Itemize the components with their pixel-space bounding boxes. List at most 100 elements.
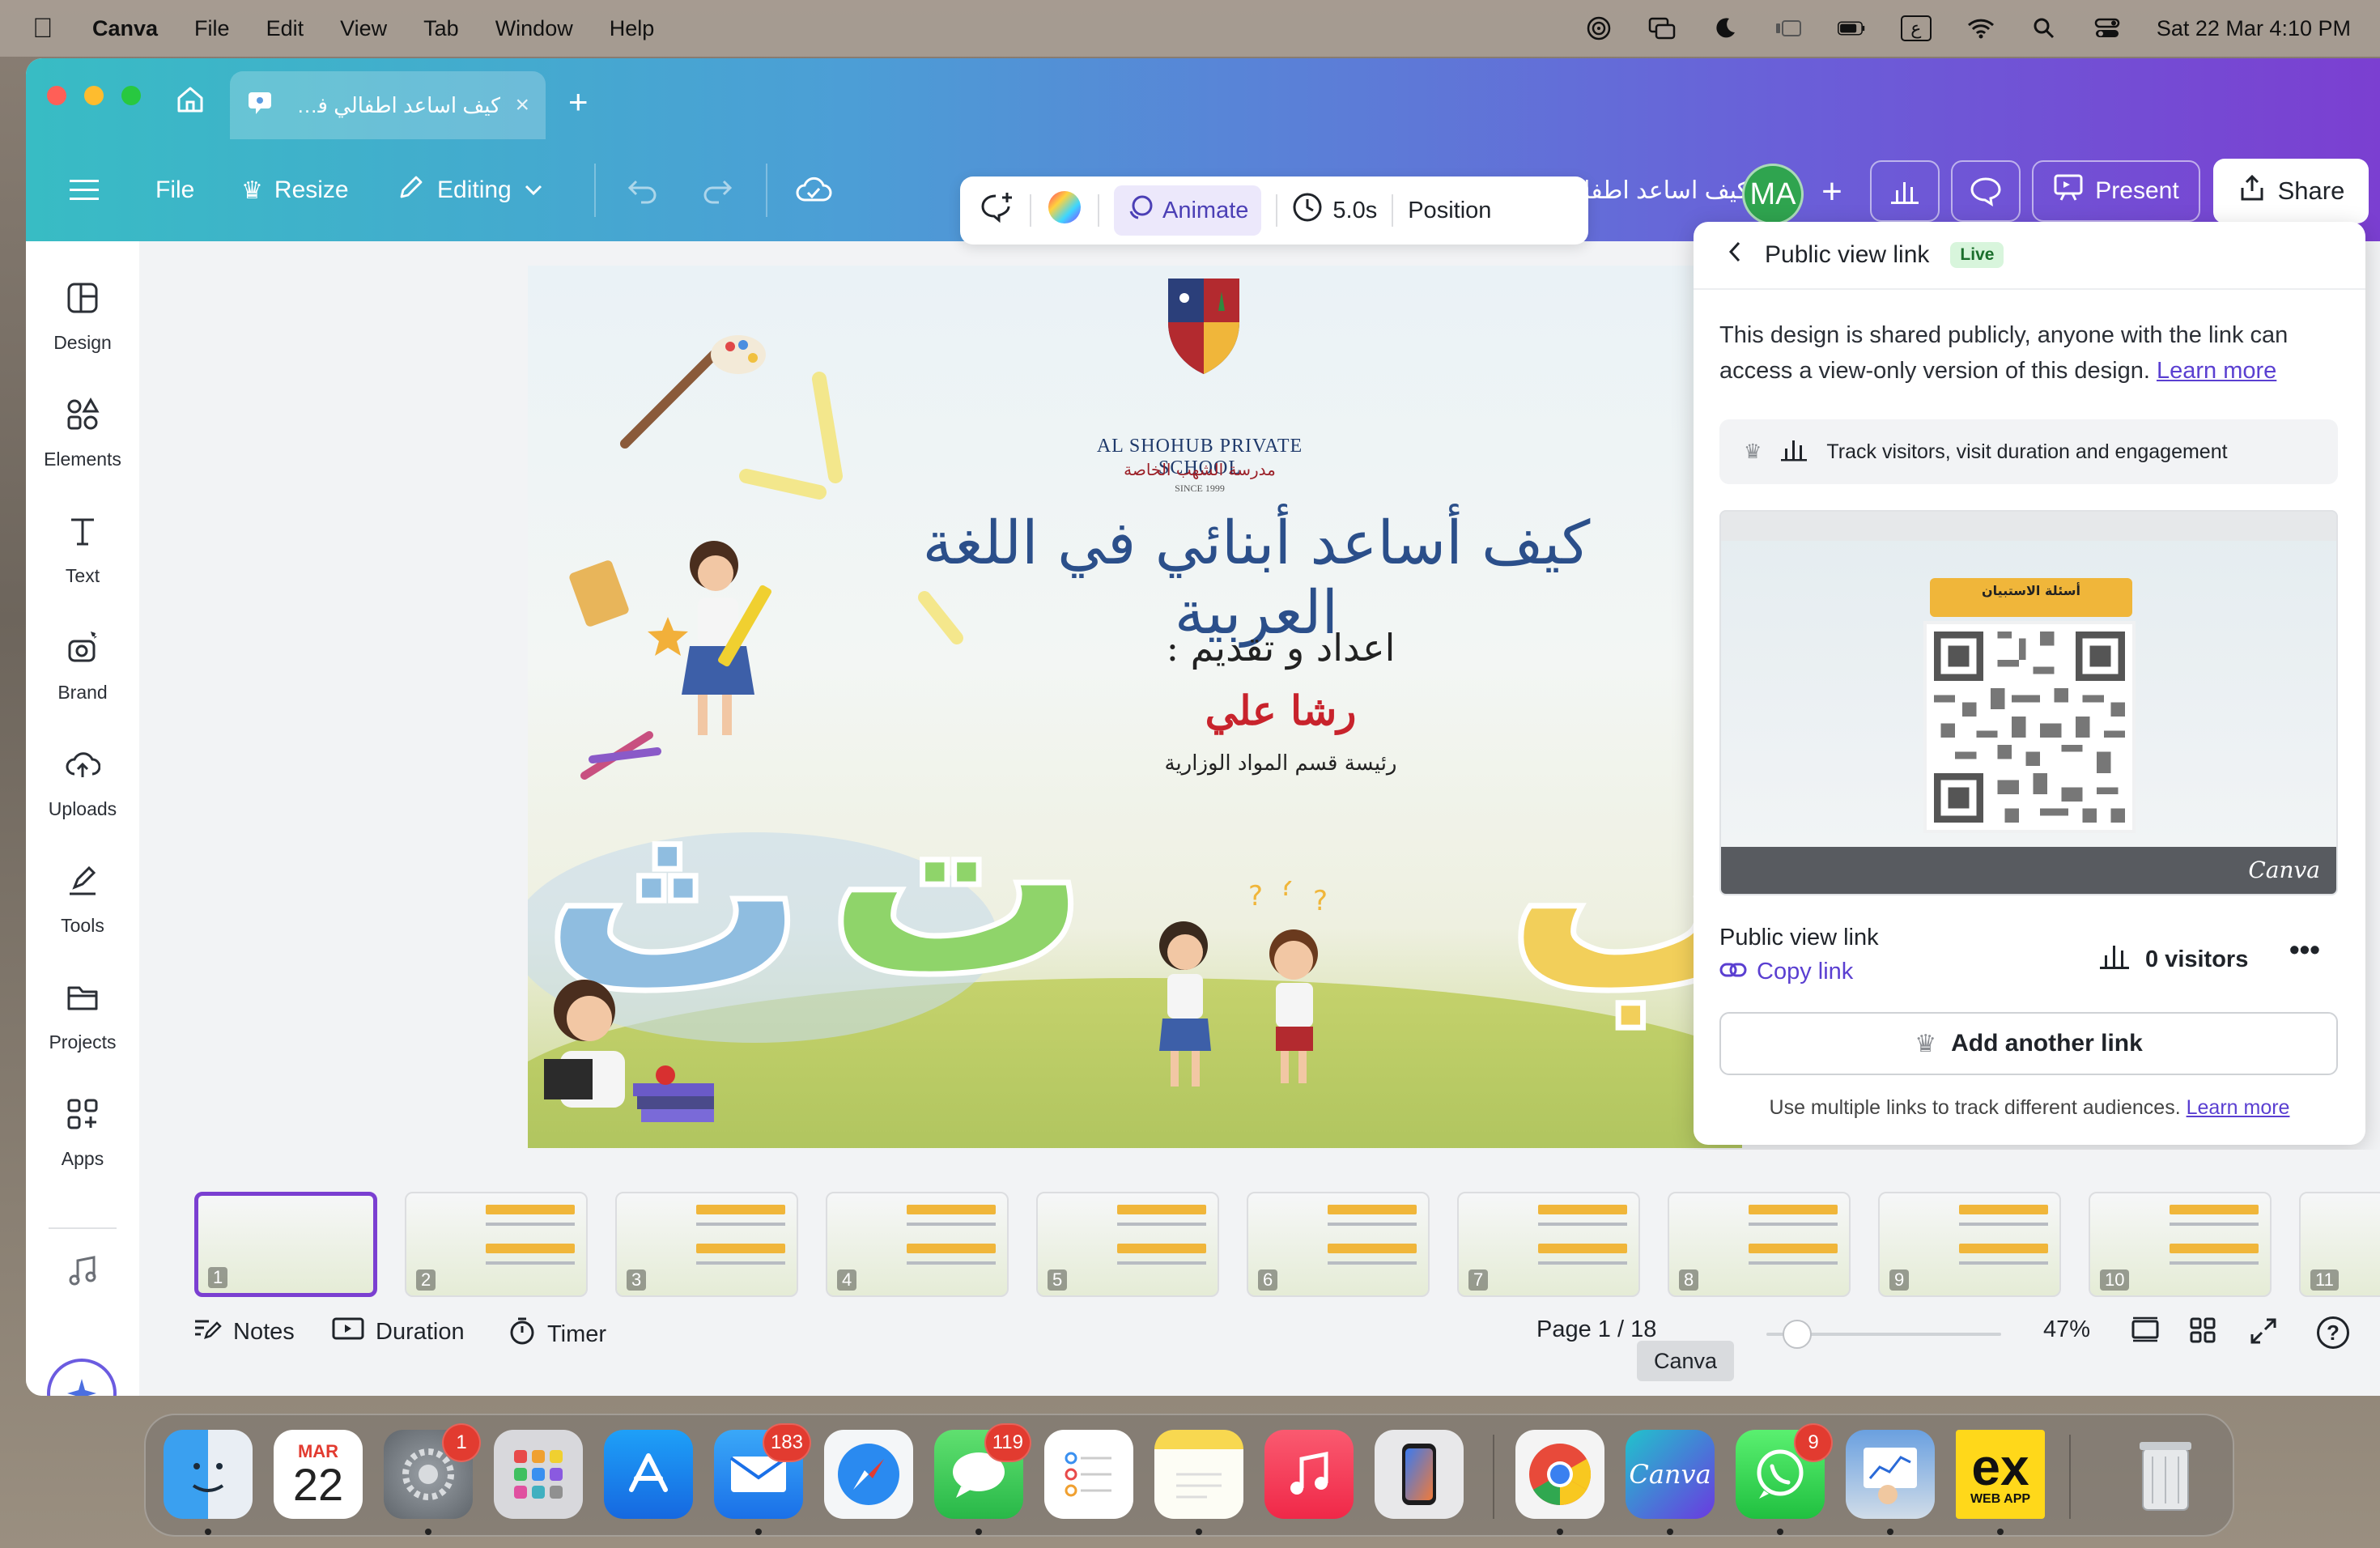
present-button[interactable]: Present <box>2032 160 2200 222</box>
file-menu-button[interactable]: File <box>155 139 194 241</box>
tab-close-icon[interactable]: × <box>515 91 529 119</box>
duration-toggle-button[interactable]: Duration <box>332 1316 465 1347</box>
sidebar-item-text[interactable]: Text <box>26 497 139 602</box>
add-collaborator-icon[interactable]: + <box>1804 164 1860 220</box>
resize-button[interactable]: ♛ Resize <box>241 139 349 241</box>
page-thumbnail[interactable]: 7 <box>1457 1192 1640 1297</box>
copy-link-button[interactable]: Copy link <box>1719 959 1853 985</box>
page-thumbnail[interactable]: 11 <box>2299 1192 2380 1297</box>
close-window-button[interactable] <box>47 86 66 105</box>
color-wheel-icon[interactable] <box>1046 189 1083 232</box>
sidebar-item-elements[interactable]: Elements <box>26 381 139 486</box>
menu-window[interactable]: Window <box>495 16 573 41</box>
notes-button[interactable]: Notes <box>193 1316 295 1347</box>
menu-edit[interactable]: Edit <box>266 16 304 41</box>
menu-view[interactable]: View <box>340 16 387 41</box>
add-another-link-button[interactable]: ♛ Add another link <box>1719 1012 2338 1075</box>
home-icon[interactable] <box>172 81 209 118</box>
new-tab-button[interactable]: + <box>568 83 589 121</box>
screen-mirror-icon[interactable] <box>1648 17 1676 40</box>
page-indicator[interactable]: Page 1 / 18 <box>1536 1316 1656 1343</box>
page-thumbnail[interactable]: 3 <box>615 1192 798 1297</box>
dock-iphone-mirroring-icon[interactable] <box>1375 1430 1464 1519</box>
sidebar-item-brand[interactable]: Brand <box>26 614 139 719</box>
presenter-name[interactable]: رشا علي <box>1135 687 1426 734</box>
page-thumbnail[interactable]: 8 <box>1668 1192 1851 1297</box>
page-thumbnail[interactable]: 6 <box>1247 1192 1430 1297</box>
dock-finder-icon[interactable] <box>164 1430 253 1519</box>
audio-note-icon[interactable] <box>26 1242 139 1299</box>
wifi-icon[interactable] <box>1967 17 1995 40</box>
redo-icon[interactable] <box>701 139 733 241</box>
dock-messages-icon[interactable]: 119 <box>934 1423 1031 1519</box>
sidebar-item-uploads[interactable]: Uploads <box>26 730 139 836</box>
tab-active-design[interactable]: كيف اساعد اطفالي في اللغة العربية... × <box>230 71 546 139</box>
page-thumbnail[interactable]: 5 <box>1036 1192 1219 1297</box>
animate-button[interactable]: Animate <box>1114 185 1262 236</box>
menu-help[interactable]: Help <box>610 16 655 41</box>
dock-appstore-icon[interactable] <box>604 1430 693 1519</box>
help-button[interactable]: ? <box>2317 1316 2349 1349</box>
dock-calendar-icon[interactable]: MAR 22 <box>274 1430 363 1519</box>
zoom-window-button[interactable] <box>121 86 141 105</box>
position-button[interactable]: Position <box>1408 198 1491 224</box>
page-view-icon[interactable] <box>2131 1316 2160 1342</box>
dock-whatsapp-icon[interactable]: 9 <box>1736 1423 1833 1519</box>
public-link-preview[interactable]: أسئلة الاستبيان Canva <box>1719 510 2338 895</box>
dock-canva-icon[interactable]: Canva <box>1626 1430 1715 1519</box>
editing-mode-dropdown[interactable]: Editing <box>397 139 544 241</box>
dock-settings-icon[interactable]: 1 <box>384 1423 481 1519</box>
cloud-saved-icon[interactable] <box>795 139 832 241</box>
insights-chart-icon[interactable] <box>1870 160 1940 222</box>
sidebar-item-design[interactable]: Design <box>26 264 139 369</box>
menu-tab[interactable]: Tab <box>423 16 459 41</box>
more-options-icon[interactable]: ••• <box>2289 933 2320 967</box>
user-avatar[interactable]: MA <box>1742 164 1804 225</box>
dock-ex-webapp-icon[interactable]: ex WEB APP <box>1956 1430 2045 1519</box>
input-source-indicator[interactable]: ع <box>1900 15 1932 41</box>
comment-icon[interactable] <box>1951 160 2021 222</box>
page-thumbnail[interactable]: 2 <box>405 1192 588 1297</box>
dock-music-icon[interactable] <box>1264 1430 1354 1519</box>
page-thumbnail[interactable]: 10 <box>2089 1192 2272 1297</box>
learn-more-link[interactable]: Learn more <box>2157 358 2276 384</box>
dock-trash-icon[interactable] <box>2121 1430 2210 1519</box>
slide-subtitle[interactable]: اعداد و تقديم : <box>1094 626 1467 670</box>
timer-button[interactable]: Timer <box>508 1316 606 1352</box>
undo-icon[interactable] <box>627 139 659 241</box>
dock-trading-app-icon[interactable] <box>1846 1430 1935 1519</box>
magic-assistant-button[interactable] <box>47 1359 117 1396</box>
zoom-percentage[interactable]: 47% <box>2043 1316 2090 1343</box>
sidebar-item-tools[interactable]: Tools <box>26 847 139 952</box>
dock-chrome-icon[interactable] <box>1515 1430 1604 1519</box>
airdrop-icon[interactable] <box>1585 16 1613 40</box>
dock-mail-icon[interactable]: 183 <box>714 1423 811 1519</box>
menubar-clock[interactable]: Sat 22 Mar 4:10 PM <box>2157 16 2351 41</box>
page-thumbnail[interactable]: 4 <box>826 1192 1009 1297</box>
main-menu-icon[interactable] <box>70 139 102 241</box>
battery-icon[interactable] <box>1837 17 1865 40</box>
spotlight-search-icon[interactable] <box>2030 17 2058 40</box>
sidebar-item-projects[interactable]: Projects <box>26 963 139 1069</box>
visitor-count[interactable]: 0 visitors <box>2098 942 2248 976</box>
sidebar-item-apps[interactable]: Apps <box>26 1080 139 1185</box>
presenter-role[interactable]: رئيسة قسم المواد الوزارية <box>1094 751 1467 776</box>
share-button[interactable]: Share <box>2213 159 2369 223</box>
zoom-slider-handle[interactable] <box>1782 1320 1812 1349</box>
dock-safari-icon[interactable] <box>824 1430 913 1519</box>
grid-view-icon[interactable] <box>2189 1316 2216 1344</box>
fullscreen-icon[interactable] <box>2249 1316 2278 1346</box>
minimize-window-button[interactable] <box>84 86 104 105</box>
menu-file[interactable]: File <box>194 16 230 41</box>
dock-launchpad-icon[interactable] <box>494 1430 583 1519</box>
track-visitors-banner[interactable]: ♛ Track visitors, visit duration and eng… <box>1719 419 2338 484</box>
back-chevron-icon[interactable] <box>1726 240 1744 270</box>
apple-menu-icon[interactable]:  <box>32 13 65 45</box>
focus-moon-icon[interactable] <box>1711 17 1739 40</box>
menu-app-name[interactable]: Canva <box>92 16 158 41</box>
dock-reminders-icon[interactable] <box>1044 1430 1133 1519</box>
learn-more-link-footer[interactable]: Learn more <box>2187 1096 2290 1119</box>
page-thumbnail[interactable]: 1 <box>194 1192 377 1297</box>
dock-notes-icon[interactable] <box>1154 1430 1243 1519</box>
control-center-icon[interactable] <box>2093 17 2121 40</box>
